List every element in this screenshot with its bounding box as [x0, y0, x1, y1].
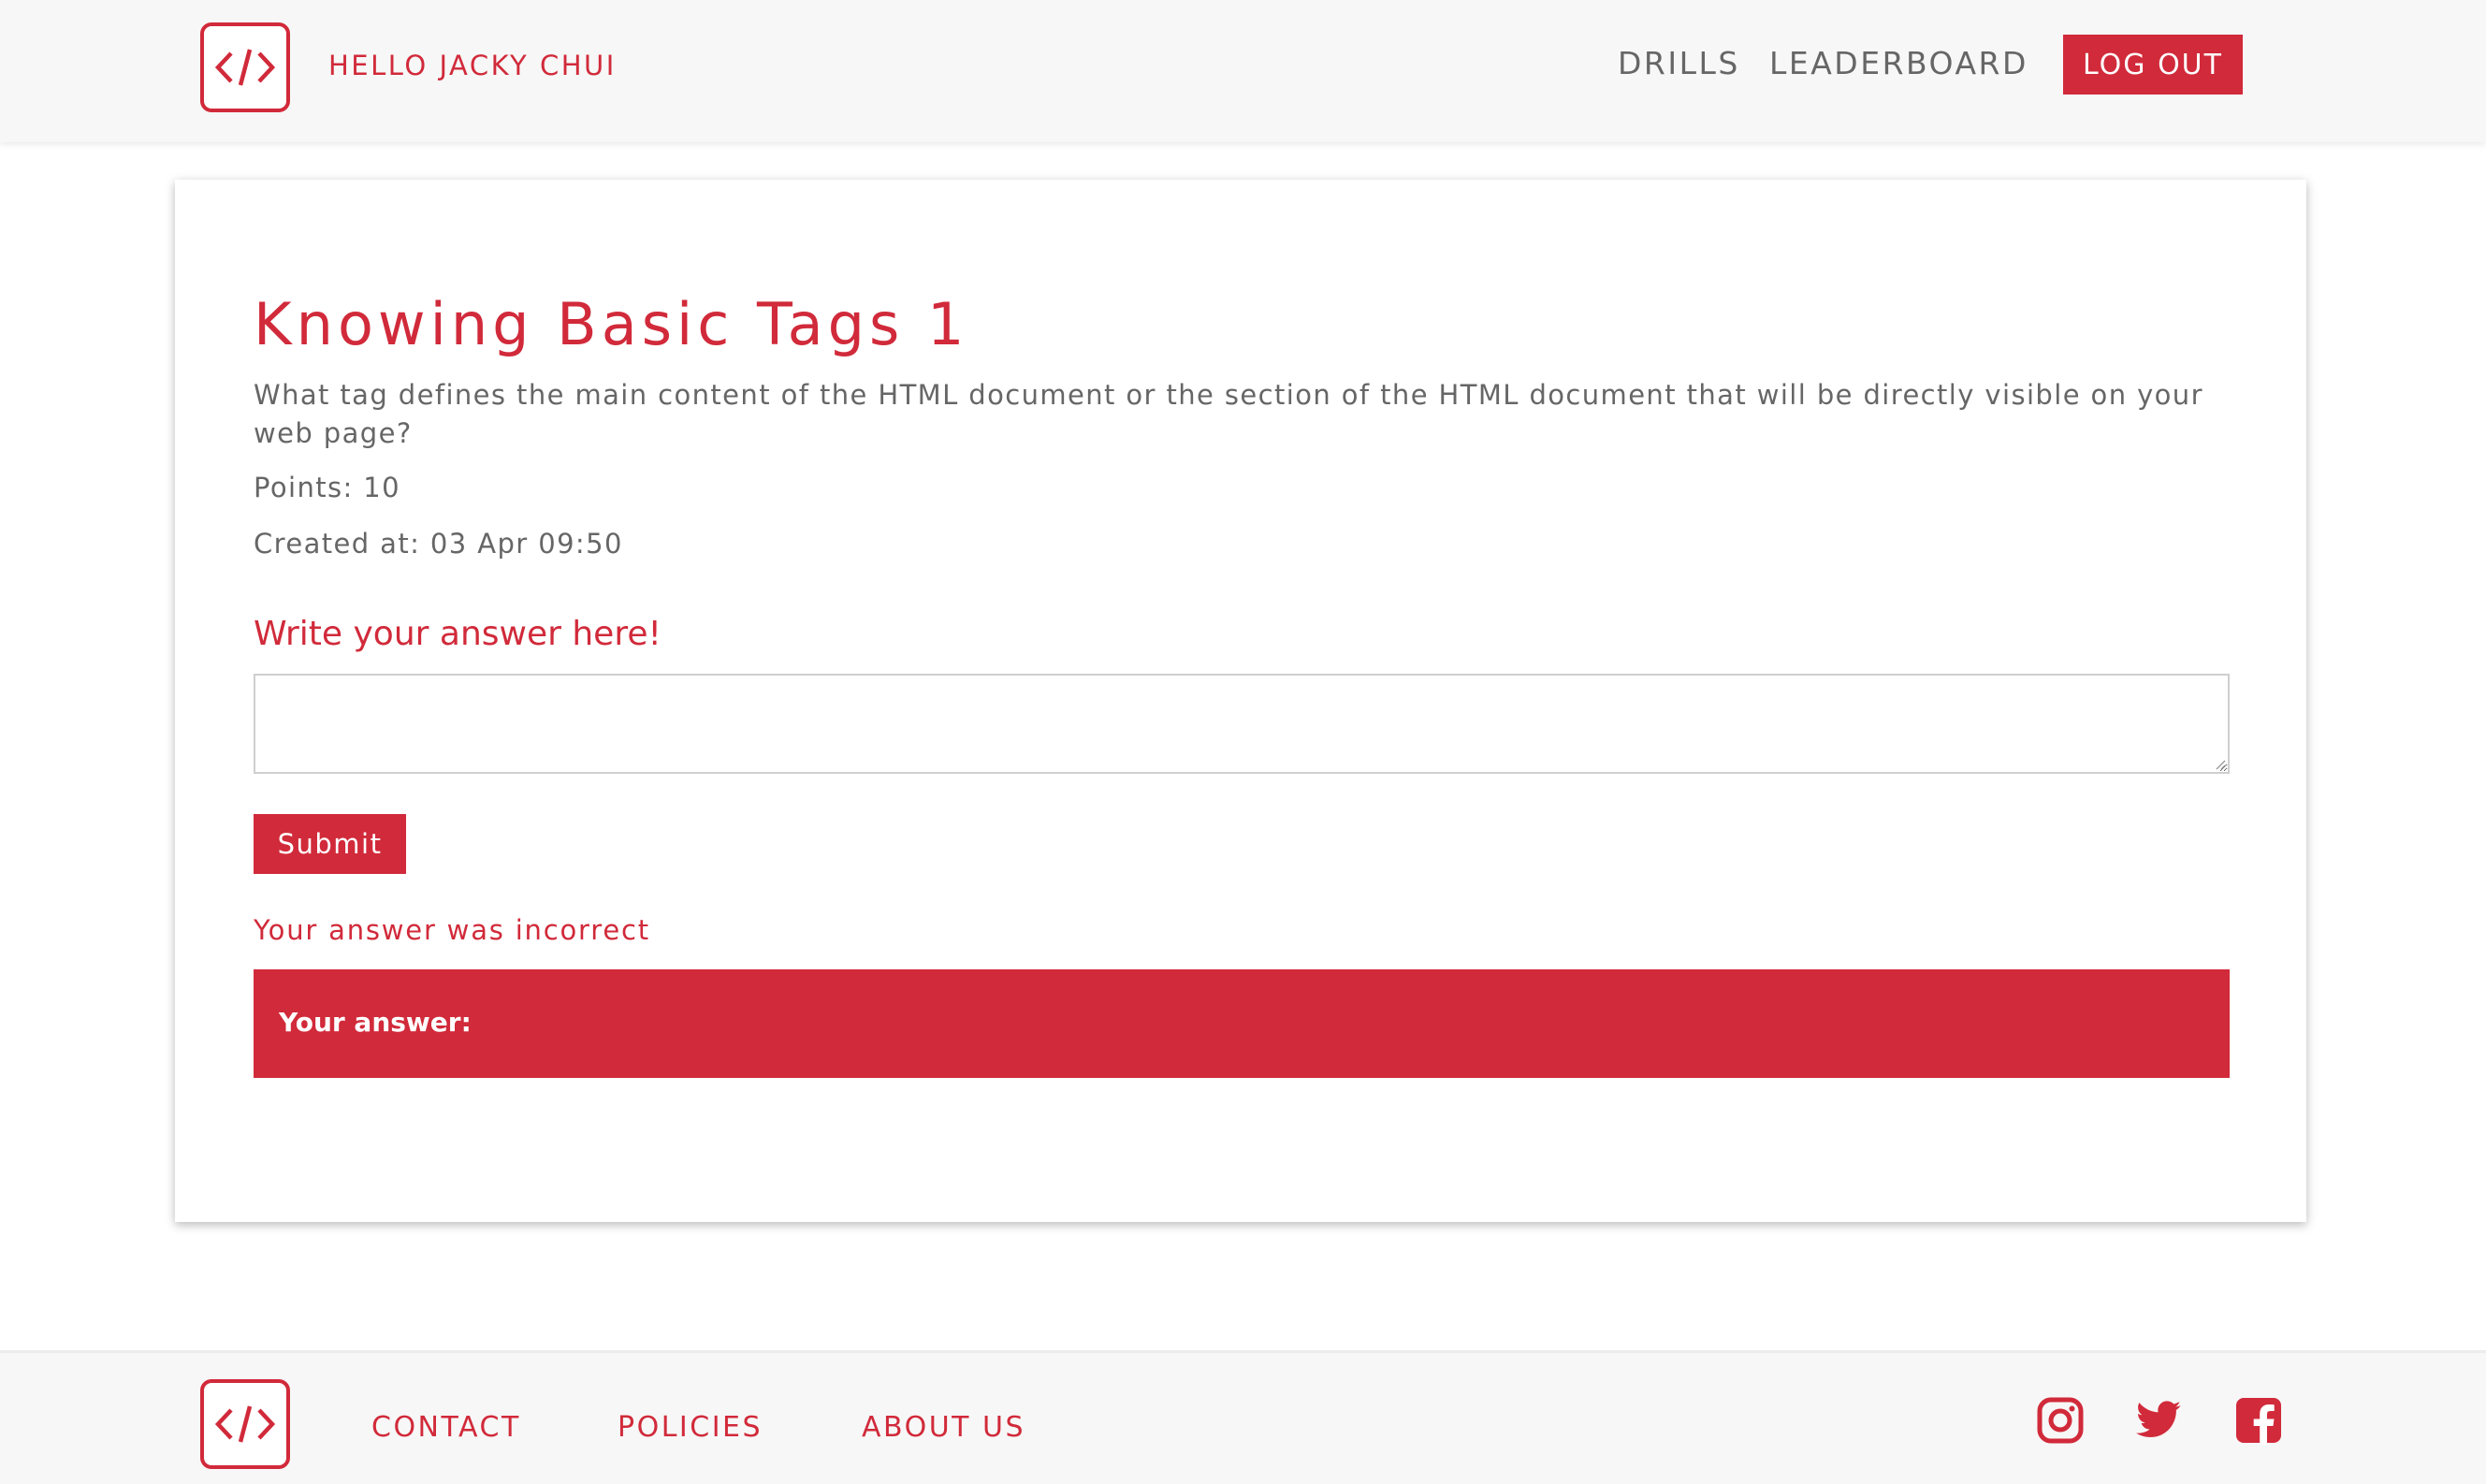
result-message: Your answer was incorrect	[254, 914, 650, 946]
code-brackets-icon	[214, 1405, 276, 1443]
drill-created-at: Created at: 03 Apr 09:50	[254, 528, 623, 560]
footer-about-link[interactable]: ABOUT US	[862, 1411, 1025, 1444]
footer-logo[interactable]	[200, 1379, 290, 1469]
logo[interactable]	[200, 22, 290, 112]
answer-label: Write your answer here!	[254, 615, 661, 653]
code-brackets-icon	[214, 49, 276, 86]
footer-contact-link[interactable]: CONTACT	[371, 1411, 521, 1444]
answer-textarea[interactable]	[254, 674, 2230, 774]
submit-button[interactable]: Submit	[254, 814, 406, 874]
nav-leaderboard-link[interactable]: LEADERBOARD	[1769, 45, 2028, 81]
drill-title: Knowing Basic Tags 1	[254, 290, 969, 358]
footer-policies-link[interactable]: POLICIES	[618, 1411, 763, 1444]
drill-question: What tag defines the main content of the…	[254, 379, 2203, 449]
top-header: HELLO JACKY CHUI DRILLS LEADERBOARD LOG …	[0, 0, 2486, 142]
drill-points: Points: 10	[254, 472, 401, 503]
twitter-icon[interactable]	[2134, 1396, 2183, 1445]
your-answer-label: Your answer:	[279, 1007, 472, 1038]
drill-card: Knowing Basic Tags 1 What tag defines th…	[175, 180, 2306, 1222]
instagram-icon[interactable]	[2036, 1396, 2085, 1445]
facebook-icon[interactable]	[2234, 1396, 2283, 1445]
user-greeting: HELLO JACKY CHUI	[328, 50, 617, 81]
site-footer: CONTACT POLICIES ABOUT US	[0, 1350, 2486, 1484]
logout-button[interactable]: LOG OUT	[2063, 35, 2243, 95]
resize-handle-icon[interactable]	[2215, 759, 2226, 770]
nav-drills-link[interactable]: DRILLS	[1618, 45, 1740, 81]
your-answer-panel: Your answer:	[254, 969, 2230, 1078]
